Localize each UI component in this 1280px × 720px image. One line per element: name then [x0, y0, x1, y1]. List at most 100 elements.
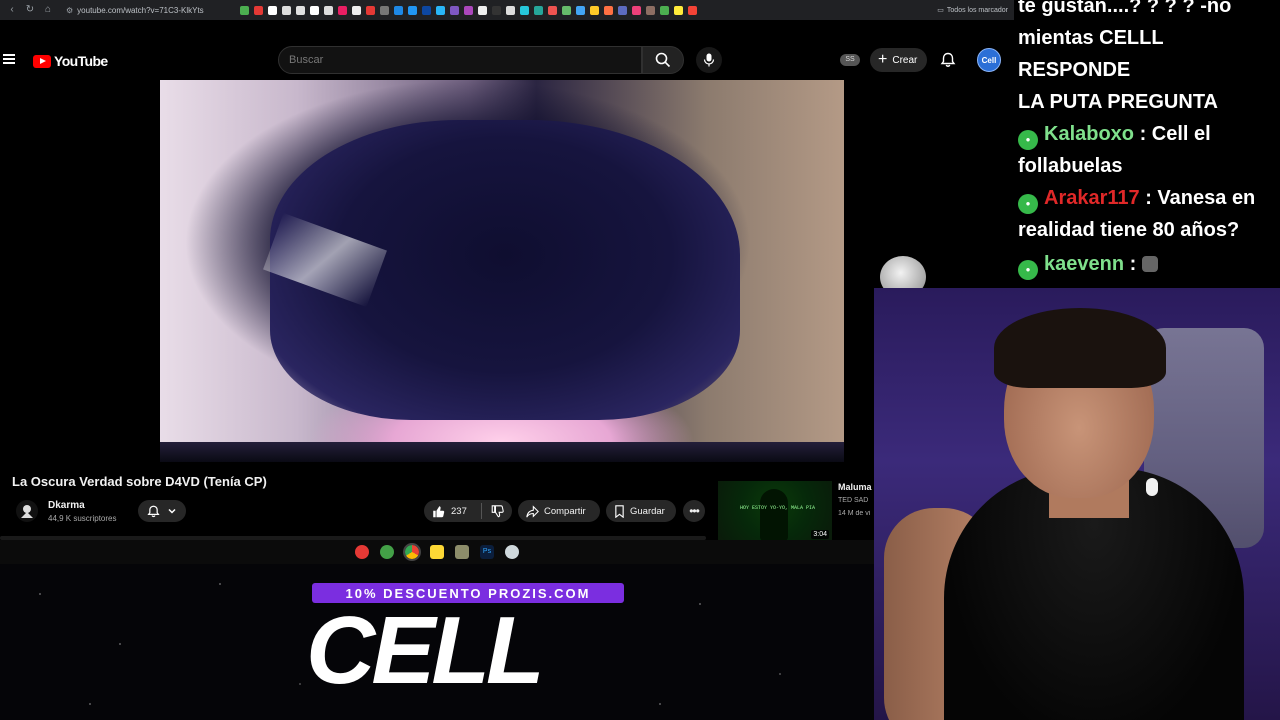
- app-icon[interactable]: [505, 545, 519, 559]
- extension-icon[interactable]: [407, 5, 417, 15]
- extension-icon[interactable]: [631, 5, 641, 15]
- like-button[interactable]: 237: [424, 503, 482, 519]
- bell-icon: [940, 52, 956, 67]
- youtube-logo-text: YouTube: [54, 53, 108, 69]
- address-bar[interactable]: ⚙ youtube.com/watch?v=71C3-KlkYts: [60, 3, 210, 17]
- microphone-icon: [703, 53, 715, 67]
- site-info-icon[interactable]: ⚙: [66, 6, 73, 15]
- chat-text: te gustan....? ? ? ? -no: [1018, 0, 1232, 17]
- suggested-video-thumbnail[interactable]: HOY ESTOY YO-YO, MALA PIA 3:04: [718, 481, 832, 541]
- search-button[interactable]: [642, 46, 684, 74]
- extension-icon[interactable]: [603, 5, 613, 15]
- search-icon: [655, 52, 671, 68]
- thumbs-up-icon: [433, 505, 445, 517]
- photoshop-icon[interactable]: Ps: [480, 545, 494, 559]
- extension-icon[interactable]: [645, 5, 655, 15]
- app-icon[interactable]: [355, 545, 369, 559]
- back-icon[interactable]: ‹: [6, 4, 18, 16]
- extension-icon[interactable]: [351, 5, 361, 15]
- bell-icon: [147, 505, 160, 517]
- extension-icon[interactable]: [505, 5, 515, 15]
- extension-icon[interactable]: [421, 5, 431, 15]
- account-badge[interactable]: SS: [840, 54, 860, 66]
- extension-icon[interactable]: [267, 5, 277, 15]
- extension-icon[interactable]: [589, 5, 599, 15]
- suggested-video-title[interactable]: Maluma: [838, 482, 874, 492]
- video-bottom-edge: [160, 442, 844, 462]
- subscription-bell-button[interactable]: [138, 500, 186, 522]
- youtube-header: YouTube SS + Crear Cell: [0, 40, 1014, 80]
- stream-chat: te gustan....? ? ? ? -no mientas CELLL R…: [1014, 0, 1280, 288]
- user-badge-icon: ●: [1018, 194, 1038, 214]
- like-dislike-group: 237: [424, 500, 512, 522]
- bookmarks-label: Todos los marcador: [946, 6, 1008, 14]
- youtube-logo[interactable]: YouTube: [33, 53, 108, 69]
- more-actions-button[interactable]: •••: [683, 500, 705, 522]
- thumbnail-figure: [760, 489, 788, 541]
- subscriber-count: 44,9 K suscriptores: [48, 514, 117, 523]
- folder-icon: ▭: [937, 7, 944, 14]
- video-duration: 3:04: [811, 530, 829, 539]
- extension-icon[interactable]: [449, 5, 459, 15]
- extension-icon[interactable]: [519, 5, 529, 15]
- create-label: Crear: [892, 54, 918, 66]
- thumbnail-caption: HOY ESTOY YO-YO, MALA PIA: [740, 505, 816, 511]
- extension-icon[interactable]: [533, 5, 543, 15]
- reload-icon[interactable]: ↻: [24, 4, 36, 16]
- app-icon[interactable]: [380, 545, 394, 559]
- user-badge-icon: ●: [1018, 130, 1038, 150]
- extension-icon[interactable]: [617, 5, 627, 15]
- channel-name[interactable]: Dkarma: [48, 500, 85, 511]
- chevron-down-icon: [168, 508, 176, 514]
- extension-icon[interactable]: [253, 5, 263, 15]
- extension-icon[interactable]: [659, 5, 669, 15]
- extension-icon[interactable]: [435, 5, 445, 15]
- extension-icon[interactable]: [393, 5, 403, 15]
- youtube-play-icon: [33, 54, 51, 68]
- extension-icon[interactable]: [379, 5, 389, 15]
- search-box: [278, 46, 642, 74]
- extension-icon[interactable]: [365, 5, 375, 15]
- extension-icon[interactable]: [491, 5, 501, 15]
- share-button[interactable]: Compartir: [518, 500, 600, 522]
- create-button[interactable]: + Crear: [870, 48, 928, 72]
- bookmark-icon: [615, 504, 624, 518]
- extension-icon[interactable]: [561, 5, 571, 15]
- chat-message: ● kaevenn :: [1018, 246, 1276, 282]
- notifications-button[interactable]: [940, 52, 956, 68]
- extension-icon[interactable]: [673, 5, 683, 15]
- dislike-button[interactable]: [482, 504, 512, 518]
- home-icon[interactable]: ⌂: [42, 4, 54, 16]
- save-button[interactable]: Guardar: [606, 500, 676, 522]
- video-player[interactable]: [160, 80, 844, 442]
- chat-message: mientas CELLL RESPONDE: [1018, 22, 1276, 86]
- like-count: 237: [451, 505, 467, 517]
- chat-text: mientas CELLL RESPONDE: [1018, 27, 1164, 81]
- extension-icon[interactable]: [281, 5, 291, 15]
- taskbar: Ps: [0, 540, 874, 564]
- extension-icon[interactable]: [575, 5, 585, 15]
- suggested-video-views: 14 M de vi: [838, 510, 871, 517]
- chat-message: te gustan....? ? ? ? -no: [1018, 0, 1276, 22]
- chrome-icon[interactable]: [403, 543, 421, 561]
- extension-icon[interactable]: [295, 5, 305, 15]
- all-bookmarks[interactable]: ▭ Todos los marcador: [937, 6, 1008, 15]
- app-icon[interactable]: [455, 545, 469, 559]
- extension-icon[interactable]: [337, 5, 347, 15]
- search-input[interactable]: [289, 54, 641, 66]
- voice-search-button[interactable]: [696, 47, 722, 73]
- user-avatar[interactable]: Cell: [977, 48, 1001, 72]
- extension-icon[interactable]: [239, 5, 249, 15]
- extension-icon[interactable]: [477, 5, 487, 15]
- menu-icon[interactable]: [3, 54, 15, 64]
- extension-icon[interactable]: [547, 5, 557, 15]
- extension-icon[interactable]: [309, 5, 319, 15]
- extension-icon[interactable]: [687, 5, 697, 15]
- chat-username: Kalaboxo: [1044, 123, 1135, 145]
- extension-icon[interactable]: [323, 5, 333, 15]
- extension-icon[interactable]: [463, 5, 473, 15]
- channel-logo-icon: [21, 505, 33, 518]
- share-label: Compartir: [544, 505, 586, 517]
- folder-icon[interactable]: [430, 545, 444, 559]
- channel-avatar[interactable]: [16, 500, 38, 522]
